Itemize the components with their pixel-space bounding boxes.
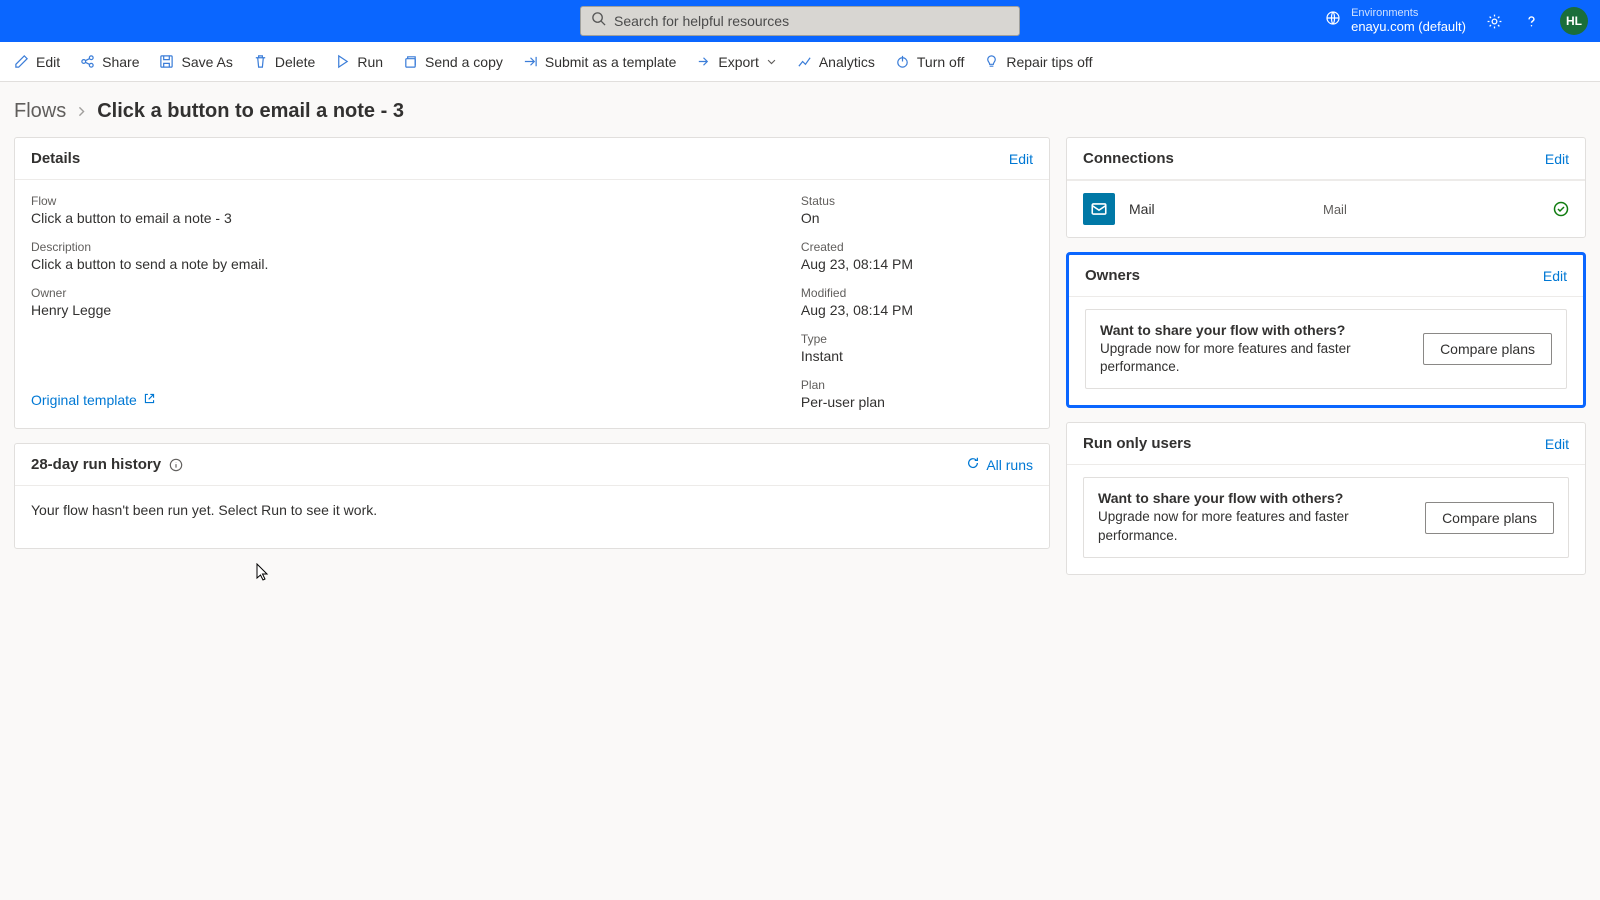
detail-status: Status On	[801, 194, 913, 226]
run-only-share-title: Want to share your flow with others?	[1098, 490, 1401, 506]
detail-type: Type Instant	[801, 332, 913, 364]
right-column: Connections Edit Mail Mail Owners Edit	[1066, 137, 1586, 575]
owners-header: Owners Edit	[1069, 255, 1583, 297]
check-icon	[1553, 201, 1569, 217]
search-box[interactable]	[580, 6, 1020, 36]
original-template-link[interactable]: Original template	[31, 392, 268, 408]
external-link-icon	[143, 392, 156, 408]
environment-label: Environments	[1351, 7, 1466, 20]
owners-share-box: Want to share your flow with others? Upg…	[1085, 309, 1567, 389]
save-as-button[interactable]: Save As	[159, 54, 232, 70]
detail-owner: Owner Henry Legge	[31, 286, 268, 318]
search-container	[580, 6, 1020, 36]
details-header: Details Edit	[15, 138, 1049, 180]
delete-button[interactable]: Delete	[253, 54, 315, 70]
run-button[interactable]: Run	[335, 54, 383, 70]
command-bar: Edit Share Save As Delete Run Send a cop…	[0, 42, 1600, 82]
detail-flow: Flow Click a button to email a note - 3	[31, 194, 268, 226]
connections-edit-link[interactable]: Edit	[1545, 151, 1569, 167]
detail-modified: Modified Aug 23, 08:14 PM	[801, 286, 913, 318]
share-button[interactable]: Share	[80, 54, 139, 70]
submit-template-button[interactable]: Submit as a template	[523, 54, 677, 70]
chevron-right-icon	[76, 104, 87, 120]
search-icon	[591, 11, 606, 31]
breadcrumb-current: Click a button to email a note - 3	[97, 100, 404, 123]
send-copy-button[interactable]: Send a copy	[403, 54, 503, 70]
details-title: Details	[31, 150, 80, 167]
compare-plans-button[interactable]: Compare plans	[1423, 333, 1552, 365]
details-edit-link[interactable]: Edit	[1009, 151, 1033, 167]
edit-button[interactable]: Edit	[14, 54, 60, 70]
run-history-title: 28-day run history	[31, 456, 183, 473]
app-header: Environments enayu.com (default) HL	[0, 0, 1600, 42]
compare-plans-button-2[interactable]: Compare plans	[1425, 502, 1554, 534]
connections-header: Connections Edit	[1067, 138, 1585, 180]
run-only-edit-link[interactable]: Edit	[1545, 436, 1569, 452]
all-runs-link[interactable]: All runs	[966, 456, 1033, 473]
connection-type: Mail	[1323, 202, 1539, 217]
environment-picker[interactable]: Environments enayu.com (default)	[1325, 7, 1466, 35]
turn-off-button[interactable]: Turn off	[895, 54, 964, 70]
connections-card: Connections Edit Mail Mail	[1066, 137, 1586, 238]
user-avatar[interactable]: HL	[1560, 7, 1588, 35]
header-right: Environments enayu.com (default) HL	[1325, 7, 1588, 35]
repair-tips-off-button[interactable]: Repair tips off	[984, 54, 1092, 70]
owners-share-title: Want to share your flow with others?	[1100, 322, 1399, 338]
details-card: Details Edit Flow Click a button to emai…	[14, 137, 1050, 429]
owners-title: Owners	[1085, 267, 1140, 284]
left-column: Details Edit Flow Click a button to emai…	[14, 137, 1050, 575]
detail-created: Created Aug 23, 08:14 PM	[801, 240, 913, 272]
chevron-down-icon	[766, 54, 777, 70]
run-only-header: Run only users Edit	[1067, 423, 1585, 465]
breadcrumb: Flows Click a button to email a note - 3	[0, 82, 1600, 137]
info-icon[interactable]	[169, 458, 183, 472]
breadcrumb-root[interactable]: Flows	[14, 100, 66, 123]
main-content: Details Edit Flow Click a button to emai…	[0, 137, 1600, 589]
environment-name: enayu.com (default)	[1351, 20, 1466, 35]
analytics-button[interactable]: Analytics	[797, 54, 875, 70]
mail-icon	[1083, 193, 1115, 225]
refresh-icon	[966, 456, 980, 473]
environment-text: Environments enayu.com (default)	[1351, 7, 1466, 35]
owners-edit-link[interactable]: Edit	[1543, 268, 1567, 284]
search-input[interactable]	[614, 13, 1009, 29]
detail-description: Description Click a button to send a not…	[31, 240, 268, 272]
connection-row[interactable]: Mail Mail	[1067, 180, 1585, 237]
run-history-header: 28-day run history All runs	[15, 444, 1049, 486]
connection-name: Mail	[1129, 201, 1309, 217]
run-history-empty: Your flow hasn't been run yet. Select Ru…	[31, 502, 377, 518]
owners-card: Owners Edit Want to share your flow with…	[1066, 252, 1586, 408]
help-icon[interactable]	[1523, 13, 1540, 30]
run-only-share-box: Want to share your flow with others? Upg…	[1083, 477, 1569, 557]
run-only-users-card: Run only users Edit Want to share your f…	[1066, 422, 1586, 574]
run-history-card: 28-day run history All runs Your flow ha…	[14, 443, 1050, 549]
export-button[interactable]: Export	[696, 54, 776, 70]
run-only-title: Run only users	[1083, 435, 1191, 452]
detail-plan: Plan Per-user plan	[801, 378, 913, 410]
connections-title: Connections	[1083, 150, 1174, 167]
owners-share-sub: Upgrade now for more features and faster…	[1100, 340, 1399, 376]
details-body: Flow Click a button to email a note - 3 …	[15, 180, 1049, 428]
run-history-body: Your flow hasn't been run yet. Select Ru…	[15, 486, 1049, 548]
environment-icon	[1325, 10, 1341, 31]
run-only-share-sub: Upgrade now for more features and faster…	[1098, 508, 1401, 544]
settings-icon[interactable]	[1486, 13, 1503, 30]
